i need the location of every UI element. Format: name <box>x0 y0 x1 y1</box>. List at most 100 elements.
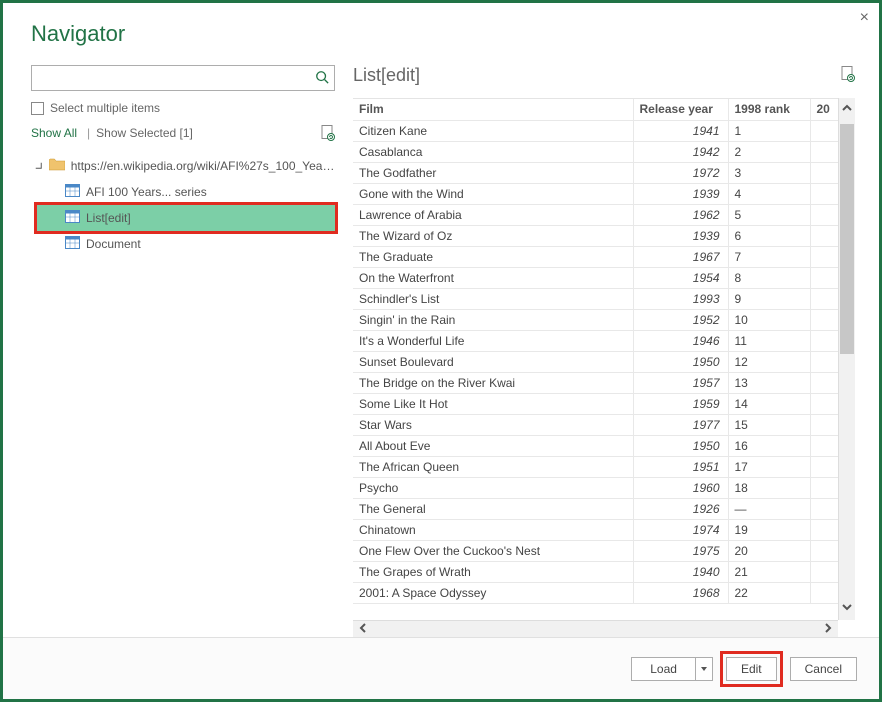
checkbox-icon[interactable] <box>31 102 44 115</box>
cell-extra <box>810 414 838 435</box>
table-row[interactable]: Some Like It Hot195914 <box>353 393 838 414</box>
cancel-button[interactable]: Cancel <box>790 657 857 681</box>
cell-extra <box>810 519 838 540</box>
cell-extra <box>810 225 838 246</box>
table-icon <box>65 210 86 226</box>
table-row[interactable]: Gone with the Wind19394 <box>353 183 838 204</box>
cell-extra <box>810 456 838 477</box>
refresh-icon[interactable] <box>321 125 335 141</box>
table-row[interactable]: The Bridge on the River Kwai195713 <box>353 372 838 393</box>
edit-button[interactable]: Edit <box>726 657 777 681</box>
cell-year: 1950 <box>633 435 728 456</box>
cell-rank: 15 <box>728 414 810 435</box>
scroll-right-icon[interactable] <box>822 622 834 637</box>
preview-title: List[edit] <box>353 65 420 86</box>
cell-year: 1974 <box>633 519 728 540</box>
load-dropdown-icon[interactable] <box>695 657 713 681</box>
cell-film: The Grapes of Wrath <box>353 561 633 582</box>
table-row[interactable]: On the Waterfront19548 <box>353 267 838 288</box>
table-row[interactable]: Chinatown197419 <box>353 519 838 540</box>
cell-year: 1952 <box>633 309 728 330</box>
cell-extra <box>810 120 838 141</box>
table-row[interactable]: Psycho196018 <box>353 477 838 498</box>
table-row[interactable]: The Wizard of Oz19396 <box>353 225 838 246</box>
col-1998-rank[interactable]: 1998 rank <box>728 99 810 120</box>
search-icon[interactable] <box>315 70 329 84</box>
table-row[interactable]: The Godfather19723 <box>353 162 838 183</box>
table-row[interactable]: The Grapes of Wrath194021 <box>353 561 838 582</box>
show-selected-link[interactable]: Show Selected [1] <box>96 126 193 140</box>
search-input[interactable] <box>31 65 335 91</box>
cell-year: 1960 <box>633 477 728 498</box>
table-row[interactable]: Lawrence of Arabia19625 <box>353 204 838 225</box>
scroll-up-icon[interactable] <box>841 102 853 117</box>
cell-rank: 3 <box>728 162 810 183</box>
cell-film: The Bridge on the River Kwai <box>353 372 633 393</box>
table-row[interactable]: The General1926— <box>353 498 838 519</box>
cell-rank: — <box>728 498 810 519</box>
load-button[interactable]: Load <box>631 657 695 681</box>
tree-view: https://en.wikipedia.org/wiki/AFI%27s_10… <box>31 153 335 257</box>
tree-item-document[interactable]: Document <box>31 231 335 257</box>
cell-rank: 7 <box>728 246 810 267</box>
cell-film: One Flew Over the Cuckoo's Nest <box>353 540 633 561</box>
tree-root[interactable]: https://en.wikipedia.org/wiki/AFI%27s_10… <box>31 153 335 179</box>
table-row[interactable]: Sunset Boulevard195012 <box>353 351 838 372</box>
load-button-split[interactable]: Load <box>631 657 713 681</box>
preview-table: Film Release year 1998 rank 20 Citizen K… <box>353 99 838 604</box>
cell-film: The General <box>353 498 633 519</box>
cell-rank: 10 <box>728 309 810 330</box>
col-20-partial[interactable]: 20 <box>810 99 838 120</box>
table-row[interactable]: The Graduate19677 <box>353 246 838 267</box>
select-multiple-row[interactable]: Select multiple items <box>31 101 335 115</box>
tree-root-label: https://en.wikipedia.org/wiki/AFI%27s_10… <box>71 159 335 173</box>
cell-year: 1951 <box>633 456 728 477</box>
cell-year: 1968 <box>633 582 728 603</box>
col-film[interactable]: Film <box>353 99 633 120</box>
table-row[interactable]: The African Queen195117 <box>353 456 838 477</box>
folder-icon <box>49 158 71 174</box>
cell-year: 1939 <box>633 183 728 204</box>
scroll-down-icon[interactable] <box>841 601 853 616</box>
cell-rank: 22 <box>728 582 810 603</box>
cell-year: 1950 <box>633 351 728 372</box>
table-row[interactable]: Citizen Kane19411 <box>353 120 838 141</box>
table-row[interactable]: Casablanca19422 <box>353 141 838 162</box>
vertical-scrollbar[interactable] <box>838 98 855 620</box>
horizontal-scrollbar[interactable] <box>353 620 838 637</box>
table-row[interactable]: All About Eve195016 <box>353 435 838 456</box>
scroll-thumb[interactable] <box>840 124 854 354</box>
show-all-link[interactable]: Show All <box>31 126 77 140</box>
cell-extra <box>810 477 838 498</box>
cell-extra <box>810 141 838 162</box>
tree-item-list-edit[interactable]: List[edit] <box>37 205 335 231</box>
col-release-year[interactable]: Release year <box>633 99 728 120</box>
cell-extra <box>810 267 838 288</box>
dialog-title: Navigator <box>3 3 879 65</box>
cell-rank: 12 <box>728 351 810 372</box>
cell-rank: 17 <box>728 456 810 477</box>
cell-rank: 11 <box>728 330 810 351</box>
cell-film: Schindler's List <box>353 288 633 309</box>
refresh-preview-icon[interactable] <box>841 66 855 85</box>
table-row[interactable]: Star Wars197715 <box>353 414 838 435</box>
table-row[interactable]: One Flew Over the Cuckoo's Nest197520 <box>353 540 838 561</box>
expand-icon[interactable] <box>35 161 45 171</box>
cell-extra <box>810 330 838 351</box>
table-row[interactable]: 2001: A Space Odyssey196822 <box>353 582 838 603</box>
tree-item-highlight: List[edit] <box>34 202 338 234</box>
tree-item-label: AFI 100 Years... series <box>86 185 207 199</box>
cell-rank: 1 <box>728 120 810 141</box>
cell-rank: 14 <box>728 393 810 414</box>
cell-film: Chinatown <box>353 519 633 540</box>
select-multiple-label: Select multiple items <box>50 101 160 115</box>
cell-year: 1972 <box>633 162 728 183</box>
table-row[interactable]: Singin' in the Rain195210 <box>353 309 838 330</box>
scroll-left-icon[interactable] <box>357 622 369 637</box>
table-row[interactable]: It's a Wonderful Life194611 <box>353 330 838 351</box>
table-row[interactable]: Schindler's List19939 <box>353 288 838 309</box>
cell-year: 1977 <box>633 414 728 435</box>
cell-extra <box>810 393 838 414</box>
close-icon[interactable]: × <box>860 9 869 27</box>
table-icon <box>65 236 86 252</box>
